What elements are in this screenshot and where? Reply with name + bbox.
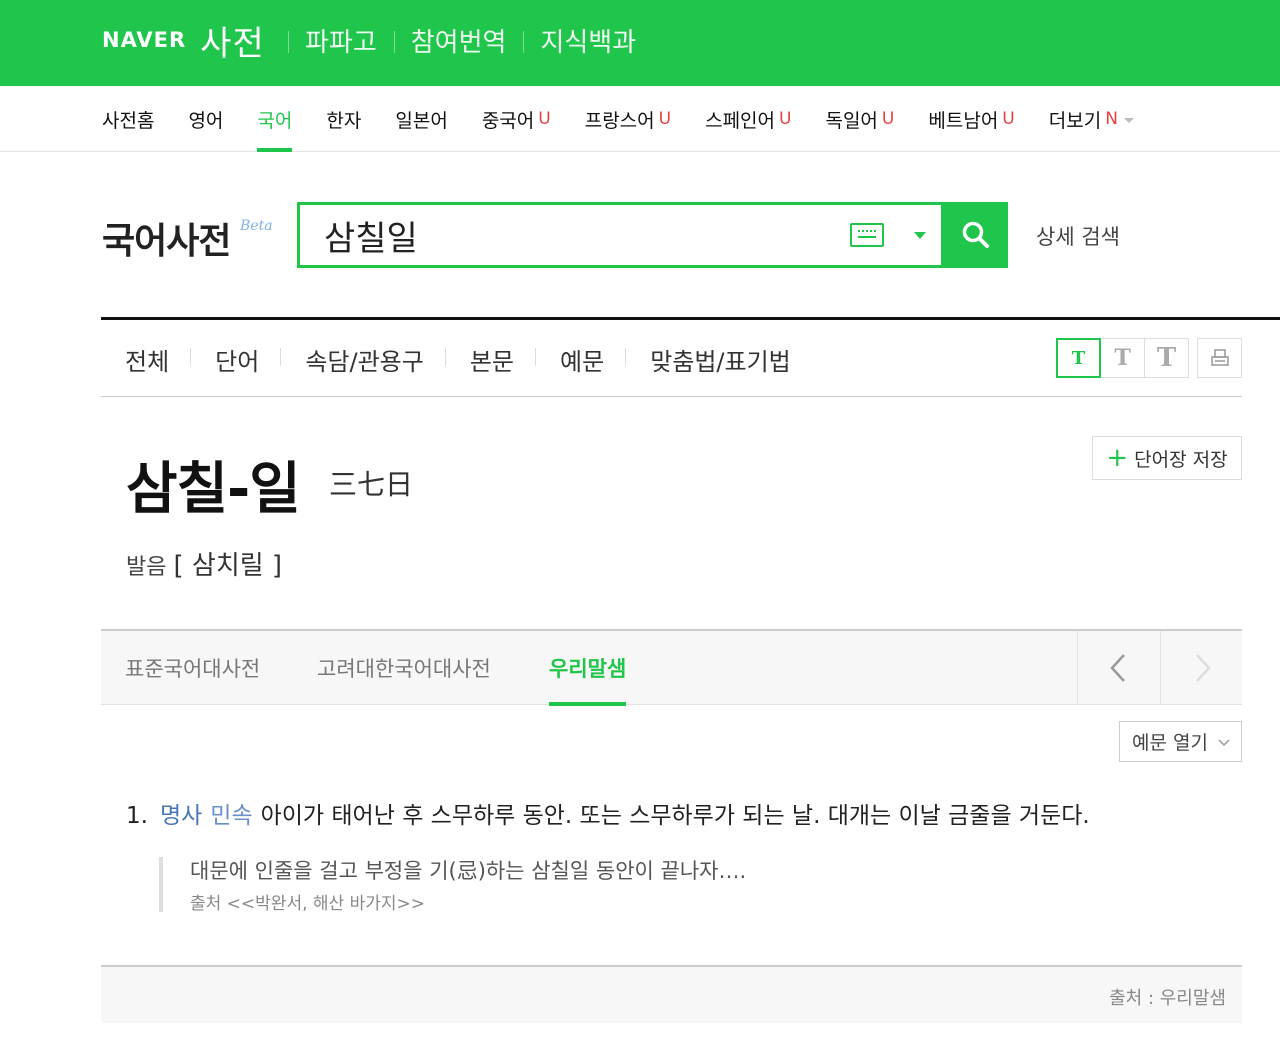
service-link-translation[interactable]: 참여번역 <box>393 22 524 59</box>
source-tabs: 표준국어대사전 고려대한국어대사전 우리말샘 <box>101 629 1243 706</box>
lang-item-french[interactable]: 프랑스어 U <box>585 86 671 152</box>
example-source: 출처 <<박완서, 해산 바가지>> <box>190 894 425 914</box>
tab-korea-univ-dictionary[interactable]: 고려대한국어대사전 <box>317 653 491 683</box>
prev-button[interactable] <box>1077 631 1160 705</box>
naver-logo[interactable]: NAVER <box>102 28 186 52</box>
pronunciation-label: 발음 <box>126 555 167 580</box>
language-nav: 사전홈 영어 국어 한자 일본어 중국어 U 프랑스어 U 스페인어 U 독일어 U 베… <box>0 86 1280 152</box>
font-size-small-button[interactable]: T <box>1056 338 1101 378</box>
lang-item-german[interactable]: 독일어 U <box>825 86 894 152</box>
chevron-right-icon <box>1196 654 1211 682</box>
search-icon <box>962 221 989 248</box>
entry-word: 삼칠-일 <box>126 457 301 522</box>
lang-item-label: 국어 <box>257 109 293 132</box>
update-badge: U <box>881 109 895 129</box>
lang-item-label: 베트남어 <box>928 109 999 132</box>
tab-word[interactable]: 단어 <box>215 342 282 377</box>
lang-item-label: 일본어 <box>395 109 448 132</box>
print-icon <box>1210 349 1229 366</box>
plus-icon: + <box>1106 443 1129 473</box>
dictionary-title[interactable]: 국어사전 <box>102 212 231 264</box>
brand[interactable]: NAVER 사전 <box>102 20 265 64</box>
beta-label: Beta <box>240 218 273 234</box>
new-badge: N <box>1105 109 1118 129</box>
detail-search-link[interactable]: 상세 검색 <box>1036 221 1120 251</box>
lang-item-korean[interactable]: 국어 <box>257 86 292 152</box>
lang-item-label: 독일어 <box>825 109 878 132</box>
example-sentence: 대문에 인줄을 걸고 부정을 기(忌)하는 삼칠일 동안이 끝나자…. 출처 <… <box>159 857 747 914</box>
service-link-papago[interactable]: 파파고 <box>288 22 394 59</box>
service-links: 파파고 참여번역 지식백과 <box>288 20 653 60</box>
print-button[interactable] <box>1197 338 1242 378</box>
dropdown-arrow-icon[interactable] <box>914 232 926 239</box>
search-input[interactable] <box>324 213 824 257</box>
example-text: 대문에 인줄을 걸고 부정을 기(忌)하는 삼칠일 동안이 끝나자…. <box>190 859 747 883</box>
lang-item-label: 더보기 <box>1048 109 1102 132</box>
lang-item-spanish[interactable]: 스페인어 U <box>705 86 791 152</box>
definition-field[interactable]: 민속 <box>210 803 252 829</box>
definition-text: 아이가 태어난 후 스무하루 동안. 또는 스무하루가 되는 날. 대개는 이날… <box>260 803 1090 829</box>
chevron-down-icon <box>1218 739 1230 747</box>
tab-spelling[interactable]: 맞춤법/표기법 <box>650 342 813 377</box>
save-label: 단어장 저장 <box>1134 448 1228 471</box>
font-size-large-button[interactable]: T <box>1144 338 1189 378</box>
lang-item-label: 중국어 <box>481 109 535 132</box>
next-button[interactable] <box>1160 631 1243 705</box>
font-size-medium-button[interactable]: T <box>1100 338 1145 378</box>
search-button[interactable] <box>944 202 1008 268</box>
pronunciation: 발음 [ 삼치릴 ] <box>126 545 282 582</box>
keyboard-icon[interactable] <box>850 223 884 247</box>
font-size-controls: T T T <box>1056 338 1242 378</box>
caret-down-icon <box>1123 117 1134 123</box>
part-of-speech[interactable]: 명사 <box>160 803 202 829</box>
example-toggle-label: 예문 열기 <box>1132 732 1208 754</box>
lang-item-label: 영어 <box>188 109 224 132</box>
pronunciation-value: [ 삼치릴 ] <box>173 551 283 581</box>
search-result-tabs: 전체 단어 속담/관용구 본문 예문 맞춤법/표기법 T T T <box>101 320 1242 397</box>
update-badge: U <box>658 109 672 129</box>
lang-item-label: 사전홈 <box>102 109 155 132</box>
tab-idiom[interactable]: 속담/관용구 <box>305 342 446 377</box>
lang-item-chinese[interactable]: 중국어 U <box>482 86 551 152</box>
tab-example[interactable]: 예문 <box>560 342 627 377</box>
lang-item-label: 한자 <box>326 109 362 132</box>
definition-number: 1. <box>126 803 148 829</box>
lang-item-more[interactable]: 더보기 N <box>1049 86 1134 152</box>
entry-hanja[interactable]: 三七日 <box>329 463 413 503</box>
lang-item-label: 스페인어 <box>705 109 776 132</box>
update-badge: U <box>1002 109 1015 129</box>
update-badge: U <box>779 109 792 129</box>
definition: 1. 명사 민속 아이가 태어난 후 스무하루 동안. 또는 스무하루가 되는 날. … <box>126 796 1090 830</box>
lang-item-vietnamese[interactable]: 베트남어 U <box>928 86 1014 152</box>
chevron-left-icon <box>1110 654 1125 682</box>
source-label: 출처 : 우리말샘 <box>1109 988 1226 1009</box>
lang-item-japanese[interactable]: 일본어 <box>395 86 447 152</box>
tab-body[interactable]: 본문 <box>470 342 537 377</box>
save-to-wordbook-button[interactable]: + 단어장 저장 <box>1092 436 1242 480</box>
lang-item-label: 프랑스어 <box>584 109 655 132</box>
lang-item-hanja[interactable]: 한자 <box>326 86 361 152</box>
dictionary-logo[interactable]: 사전 <box>200 16 265 65</box>
tab-urimalsaem[interactable]: 우리말샘 <box>549 653 627 706</box>
footer-source: 출처 : 우리말샘 <box>101 965 1242 1023</box>
update-badge: U <box>538 109 551 129</box>
service-link-encyclopedia[interactable]: 지식백과 <box>523 22 653 59</box>
tab-standard-dictionary[interactable]: 표준국어대사전 <box>125 653 260 683</box>
lang-item-english[interactable]: 영어 <box>188 86 223 152</box>
search-box <box>297 202 944 268</box>
example-toggle-button[interactable]: 예문 열기 <box>1119 721 1242 762</box>
top-header: NAVER 사전 파파고 참여번역 지식백과 <box>0 0 1280 86</box>
lang-item-home[interactable]: 사전홈 <box>102 86 154 152</box>
tab-all[interactable]: 전체 <box>125 342 192 377</box>
